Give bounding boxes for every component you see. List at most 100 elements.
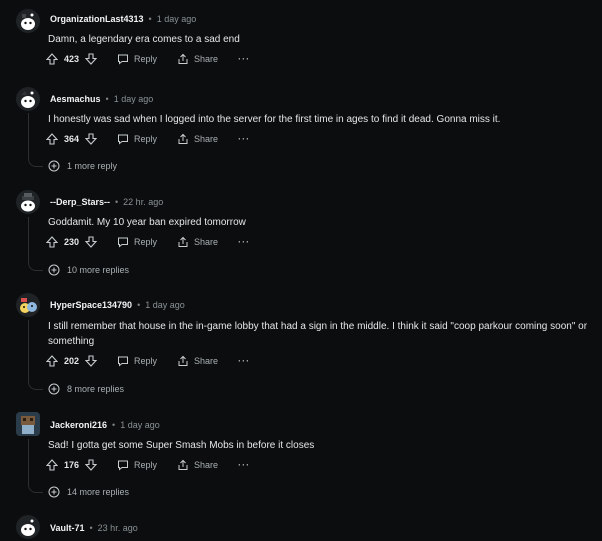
more-options-button[interactable]: ··· bbox=[238, 234, 250, 250]
separator-dot: • bbox=[115, 197, 119, 207]
comment-actions: 202 Reply Share ··· bbox=[46, 353, 250, 369]
thread-curve bbox=[28, 379, 43, 390]
upvote-button[interactable] bbox=[46, 236, 58, 248]
downvote-button[interactable] bbox=[85, 133, 98, 145]
reply-button[interactable]: Reply bbox=[117, 131, 157, 147]
reply-button[interactable]: Reply bbox=[117, 234, 157, 250]
comment-header: --Derp_Stars-- • 22 hr. ago bbox=[50, 195, 163, 209]
share-label: Share bbox=[194, 237, 219, 247]
more-replies-link[interactable]: 1 more reply bbox=[48, 159, 117, 173]
share-button[interactable]: Share bbox=[177, 51, 218, 67]
share-button[interactable]: Share bbox=[177, 131, 218, 147]
thread-curve bbox=[28, 156, 43, 167]
vote-count: 230 bbox=[64, 237, 80, 247]
reply-icon bbox=[118, 460, 129, 471]
downvote-button[interactable] bbox=[85, 53, 98, 65]
upvote-button[interactable] bbox=[46, 53, 58, 65]
plus-circle-icon bbox=[48, 264, 60, 276]
snoo-costume-avatar-icon[interactable] bbox=[16, 293, 40, 317]
more-replies-label: 10 more replies bbox=[67, 265, 130, 275]
comment-actions: 230 Reply Share ··· bbox=[46, 234, 250, 250]
reply-label: Reply bbox=[134, 134, 158, 144]
share-icon bbox=[178, 236, 188, 247]
timestamp[interactable]: 23 hr. ago bbox=[98, 523, 138, 533]
share-icon bbox=[178, 459, 188, 470]
timestamp[interactable]: 1 day ago bbox=[120, 420, 160, 430]
comment-header: Jackeroni216 • 1 day ago bbox=[50, 418, 160, 432]
comment-actions: 364 Reply Share ··· bbox=[46, 131, 250, 147]
downvote-button[interactable] bbox=[85, 459, 98, 471]
snoo-avatar-icon[interactable] bbox=[16, 87, 40, 111]
more-replies-link[interactable]: 10 more replies bbox=[48, 263, 129, 277]
timestamp[interactable]: 22 hr. ago bbox=[123, 197, 163, 207]
vote-count: 202 bbox=[64, 356, 80, 366]
comment-text: Damn, a legendary era comes to a sad end bbox=[48, 34, 240, 45]
comment-actions: 176 Reply Share ··· bbox=[46, 457, 250, 473]
comment-header: Vault-71 • 23 hr. ago bbox=[50, 521, 138, 535]
more-replies-link[interactable]: 14 more replies bbox=[48, 485, 129, 499]
thread-line[interactable] bbox=[28, 439, 29, 482]
share-icon bbox=[178, 53, 188, 64]
comment-header: Aesmachus • 1 day ago bbox=[50, 92, 153, 106]
snoo-avatar-icon[interactable] bbox=[16, 9, 40, 33]
share-button[interactable]: Share bbox=[177, 353, 218, 369]
vote-count: 364 bbox=[64, 134, 80, 144]
username[interactable]: HyperSpace134790 bbox=[50, 300, 132, 310]
reply-icon bbox=[118, 237, 129, 248]
more-options-button[interactable]: ··· bbox=[238, 51, 250, 67]
more-replies-link[interactable]: 8 more replies bbox=[48, 382, 124, 396]
share-label: Share bbox=[194, 460, 219, 470]
timestamp[interactable]: 1 day ago bbox=[145, 300, 185, 310]
thread-line[interactable] bbox=[28, 320, 29, 379]
more-options-button[interactable]: ··· bbox=[238, 353, 250, 369]
downvote-button[interactable] bbox=[85, 236, 98, 248]
username[interactable]: Aesmachus bbox=[50, 94, 101, 104]
upvote-icon bbox=[46, 459, 58, 471]
reply-label: Reply bbox=[134, 237, 158, 247]
share-button[interactable]: Share bbox=[177, 457, 218, 473]
username[interactable]: Vault-71 bbox=[50, 523, 85, 533]
timestamp[interactable]: 1 day ago bbox=[114, 94, 154, 104]
snoo-avatar-icon[interactable] bbox=[16, 515, 40, 539]
reply-button[interactable]: Reply bbox=[117, 51, 157, 67]
plus-circle-icon bbox=[48, 383, 60, 395]
reply-button[interactable]: Reply bbox=[117, 457, 157, 473]
thread-curve bbox=[28, 260, 43, 271]
plus-circle-icon bbox=[48, 160, 60, 172]
separator-dot: • bbox=[89, 523, 93, 533]
downvote-icon bbox=[85, 459, 98, 471]
share-icon bbox=[178, 355, 188, 366]
downvote-icon bbox=[85, 53, 98, 65]
more-options-button[interactable]: ··· bbox=[238, 457, 250, 473]
more-replies-label: 1 more reply bbox=[67, 161, 118, 171]
reply-button[interactable]: Reply bbox=[117, 353, 157, 369]
timestamp[interactable]: 1 day ago bbox=[157, 14, 197, 24]
upvote-icon bbox=[46, 53, 58, 65]
separator-dot: • bbox=[148, 14, 152, 24]
upvote-button[interactable] bbox=[46, 133, 58, 145]
thread-line[interactable] bbox=[28, 217, 29, 260]
comment-header: OrganizationLast4313 • 1 day ago bbox=[50, 12, 196, 26]
downvote-icon bbox=[85, 133, 98, 145]
username[interactable]: Jackeroni216 bbox=[50, 420, 107, 430]
reply-icon bbox=[118, 356, 129, 367]
upvote-button[interactable] bbox=[46, 459, 58, 471]
snoo-hat-avatar-icon[interactable] bbox=[16, 190, 40, 214]
more-replies-label: 14 more replies bbox=[67, 487, 130, 497]
separator-dot: • bbox=[112, 420, 116, 430]
comment-text: Goddamit. My 10 year ban expired tomorro… bbox=[48, 217, 246, 228]
reply-icon bbox=[118, 134, 129, 145]
username[interactable]: OrganizationLast4313 bbox=[50, 14, 144, 24]
share-label: Share bbox=[194, 356, 219, 366]
upvote-icon bbox=[46, 355, 58, 367]
share-button[interactable]: Share bbox=[177, 234, 218, 250]
share-icon bbox=[178, 133, 188, 144]
block-avatar-icon[interactable] bbox=[16, 412, 40, 436]
thread-curve bbox=[28, 482, 43, 493]
reply-icon bbox=[118, 54, 129, 65]
username[interactable]: --Derp_Stars-- bbox=[50, 197, 110, 207]
thread-line[interactable] bbox=[28, 113, 29, 156]
upvote-button[interactable] bbox=[46, 355, 58, 367]
more-options-button[interactable]: ··· bbox=[238, 131, 250, 147]
downvote-button[interactable] bbox=[85, 355, 98, 367]
